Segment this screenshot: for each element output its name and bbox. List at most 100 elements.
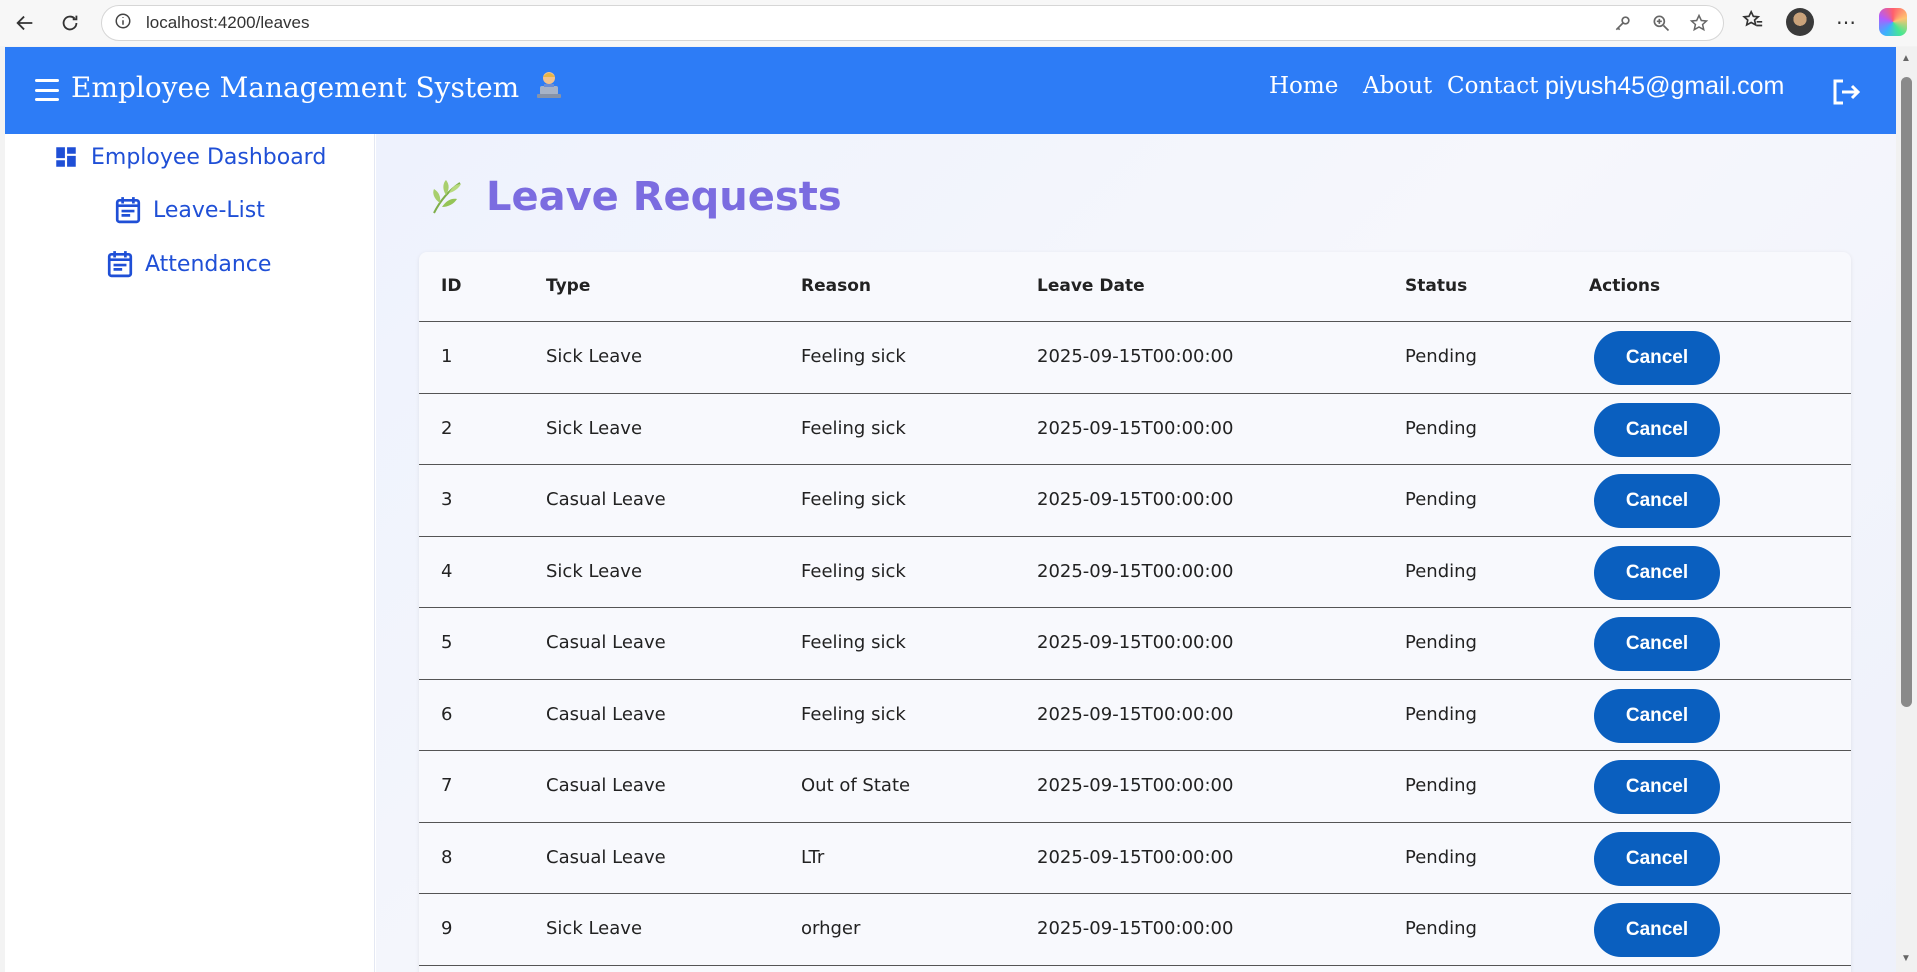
back-icon[interactable] xyxy=(10,8,40,38)
copilot-icon[interactable] xyxy=(1879,8,1907,36)
cell-reason: Feeling sick xyxy=(801,346,906,367)
cell-id: 5 xyxy=(441,632,453,653)
cell-status: Pending xyxy=(1405,346,1477,367)
app-title-text: Employee Management System xyxy=(71,71,520,104)
calendar-icon xyxy=(107,251,133,278)
cell-reason: Feeling sick xyxy=(801,703,906,725)
menu-icon[interactable] xyxy=(35,79,59,101)
cell-reason: LTr xyxy=(801,846,825,868)
cell-leave-date: 2025-09-15T00:00:00 xyxy=(1037,417,1234,439)
star-icon[interactable] xyxy=(1689,13,1709,38)
table-row: 2 Sick Leave Feeling sick 2025-09-15T00:… xyxy=(419,394,1851,465)
cell-id: 9 xyxy=(441,918,453,939)
cancel-button[interactable]: Cancel xyxy=(1594,903,1720,957)
key-icon[interactable] xyxy=(1613,13,1633,38)
table-row: 9 Sick Leave orhger 2025-09-15T00:00:00 … xyxy=(419,894,1851,966)
cell-status: Pending xyxy=(1405,918,1477,939)
sidebar: Employee Dashboard Leave-List Attendance xyxy=(5,134,375,972)
cell-type: Casual Leave xyxy=(546,775,666,796)
table-row: 6 Casual Leave Feeling sick 2025-09-15T0… xyxy=(419,680,1851,751)
scroll-up-icon[interactable]: ▲ xyxy=(1901,53,1911,64)
header-status: Status xyxy=(1405,276,1468,296)
sidebar-item-employee-dashboard[interactable]: Employee Dashboard xyxy=(53,144,326,170)
cancel-button[interactable]: Cancel xyxy=(1594,331,1720,385)
scrollbar-thumb[interactable] xyxy=(1901,77,1912,707)
table-row: 8 Casual Leave LTr 2025-09-15T00:00:00 P… xyxy=(419,823,1851,894)
cell-id: 6 xyxy=(441,703,453,725)
cell-status: Pending xyxy=(1405,846,1477,868)
app-title: Employee Management System xyxy=(71,69,564,104)
cell-type: Sick Leave xyxy=(546,417,643,439)
cell-id: 1 xyxy=(441,346,453,367)
scroll-down-icon[interactable]: ▼ xyxy=(1901,953,1911,964)
cancel-button[interactable]: Cancel xyxy=(1594,402,1720,457)
zoom-icon[interactable] xyxy=(1651,13,1671,38)
nav-home-link[interactable]: Home xyxy=(1269,73,1338,99)
header-leave-date: Leave Date xyxy=(1037,276,1145,296)
page-scrollbar[interactable]: ▲ ▼ xyxy=(1896,47,1917,972)
cell-id: 2 xyxy=(441,417,453,439)
nav-contact-link[interactable]: Contact xyxy=(1447,73,1538,99)
leave-requests-table: ID Type Reason Leave Date Status Actions… xyxy=(419,252,1851,972)
app-header: Employee Management System Home About Co… xyxy=(5,47,1896,134)
cell-reason: Feeling sick xyxy=(801,632,906,653)
header-id: ID xyxy=(441,276,462,296)
info-icon[interactable] xyxy=(114,12,132,35)
nav-about-link[interactable]: About xyxy=(1363,73,1432,99)
cell-id: 3 xyxy=(441,489,453,510)
page-title: Leave Requests xyxy=(486,174,842,220)
sidebar-item-attendance[interactable]: Attendance xyxy=(107,250,271,278)
logout-icon[interactable] xyxy=(1831,78,1861,106)
table-row: 3 Casual Leave Feeling sick 2025-09-15T0… xyxy=(419,465,1851,537)
cell-leave-date: 2025-09-15T00:00:00 xyxy=(1037,846,1234,868)
cell-type: Casual Leave xyxy=(546,489,666,510)
cancel-button[interactable]: Cancel xyxy=(1594,831,1720,886)
cell-type: Sick Leave xyxy=(546,560,643,582)
cell-type: Sick Leave xyxy=(546,918,643,939)
cell-type: Sick Leave xyxy=(546,346,643,367)
address-bar[interactable]: localhost:4200/leaves xyxy=(101,5,1724,41)
sidebar-item-leave-list[interactable]: Leave-List xyxy=(115,196,265,224)
table-row: 7 Casual Leave Out of State 2025-09-15T0… xyxy=(419,751,1851,823)
cancel-button[interactable]: Cancel xyxy=(1594,617,1720,671)
favorites-icon[interactable] xyxy=(1742,9,1764,36)
profile-avatar[interactable] xyxy=(1786,8,1814,36)
user-email: piyush45@gmail.com xyxy=(1545,72,1785,100)
page-viewport: Employee Management System Home About Co… xyxy=(5,47,1896,972)
sidebar-item-label: Employee Dashboard xyxy=(91,144,327,170)
cell-status: Pending xyxy=(1405,417,1477,439)
cell-leave-date: 2025-09-15T00:00:00 xyxy=(1037,775,1234,796)
browser-toolbar: localhost:4200/leaves ⋯ xyxy=(0,0,1917,46)
main-content: Leave Requests ID Type Reason Leave Date… xyxy=(376,134,1896,972)
cell-reason: Feeling sick xyxy=(801,417,906,439)
table-row: 4 Sick Leave Feeling sick 2025-09-15T00:… xyxy=(419,537,1851,608)
sidebar-item-label: Attendance xyxy=(145,251,272,277)
cancel-button[interactable]: Cancel xyxy=(1594,688,1720,743)
refresh-icon[interactable] xyxy=(55,8,85,38)
table-row: 5 Casual Leave Feeling sick 2025-09-15T0… xyxy=(419,608,1851,680)
header-reason: Reason xyxy=(801,276,871,296)
leaf-icon xyxy=(433,180,461,214)
cancel-button[interactable]: Cancel xyxy=(1594,760,1720,814)
dashboard-icon xyxy=(56,147,76,167)
cell-leave-date: 2025-09-15T00:00:00 xyxy=(1037,346,1234,367)
cell-reason: Feeling sick xyxy=(801,489,906,510)
calendar-icon xyxy=(115,197,141,224)
cancel-button[interactable]: Cancel xyxy=(1594,474,1720,528)
cell-reason: Out of State xyxy=(801,775,911,796)
cell-status: Pending xyxy=(1405,489,1477,510)
cell-status: Pending xyxy=(1405,703,1477,725)
cell-status: Pending xyxy=(1405,560,1477,582)
url-text: localhost:4200/leaves xyxy=(146,13,310,32)
cell-reason: Feeling sick xyxy=(801,560,906,582)
cell-status: Pending xyxy=(1405,632,1477,653)
cell-id: 7 xyxy=(441,775,453,796)
cell-reason: orhger xyxy=(801,918,861,939)
table-header: ID Type Reason Leave Date Status Actions xyxy=(419,252,1851,322)
cell-leave-date: 2025-09-15T00:00:00 xyxy=(1037,918,1234,939)
cell-type: Casual Leave xyxy=(546,846,666,868)
cancel-button[interactable]: Cancel xyxy=(1594,545,1720,600)
cell-type: Casual Leave xyxy=(546,632,666,653)
more-icon[interactable]: ⋯ xyxy=(1836,10,1857,35)
cell-id: 4 xyxy=(441,560,453,582)
